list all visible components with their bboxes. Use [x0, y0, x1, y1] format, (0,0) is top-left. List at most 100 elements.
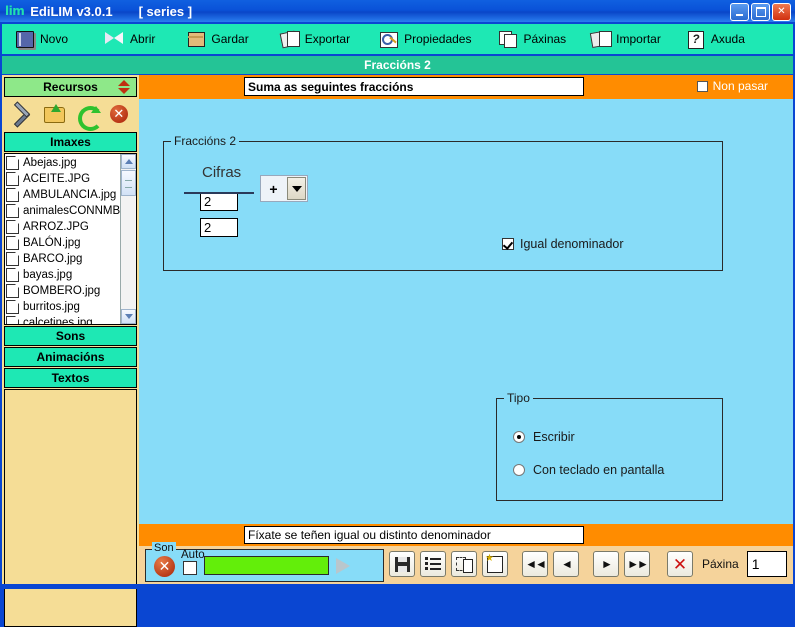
window-subtitle: [ series ] [139, 4, 192, 19]
toolbar-item-paxinas[interactable]: Páxinas [497, 24, 566, 54]
title-bar: lim EdiLIM v3.0.1 [ series ] ✕ [0, 0, 795, 22]
scroll-up-button[interactable] [121, 154, 136, 169]
close-icon: ✕ [777, 7, 785, 17]
toolbar-item-importar[interactable]: Importar [590, 24, 661, 54]
image-file-list[interactable]: Abejas.jpgACEITE.JPGAMBULANCIA.jpganimal… [4, 153, 137, 325]
sidebar-section-label-imaxes: Imaxes [50, 135, 91, 149]
prev-icon: ◄ [561, 557, 571, 571]
file-icon [6, 300, 19, 314]
editor-canvas: Fraccións 2 Cifras 2 2 + Igual denominad… [139, 99, 793, 524]
open-book-icon [104, 29, 126, 49]
list-item[interactable]: AMBULANCIA.jpg [6, 187, 121, 203]
list-item[interactable]: BOMBERO.jpg [6, 283, 121, 299]
igual-denominador-checkbox[interactable] [502, 238, 514, 250]
tipo-option-teclado[interactable]: Con teclado en pantalla [513, 463, 664, 477]
auto-checkbox[interactable] [183, 561, 197, 575]
list-button[interactable] [420, 551, 446, 577]
minimize-button[interactable] [730, 3, 749, 21]
exercise-title-input[interactable]: Suma as seguintes fraccións [244, 77, 584, 96]
import-icon [590, 29, 612, 49]
maximize-button[interactable] [751, 3, 770, 21]
file-name: bayas.jpg [23, 269, 72, 281]
list-item[interactable]: BALÓN.jpg [6, 235, 121, 251]
export-icon [279, 29, 301, 49]
save-button[interactable] [389, 551, 415, 577]
sidebar-section-label-sons: Sons [56, 329, 85, 343]
file-name: burritos.jpg [23, 301, 80, 313]
toolbar-item-gardar[interactable]: Gardar [185, 24, 248, 54]
toolbar-label-gardar: Gardar [211, 32, 248, 46]
list-item[interactable]: burritos.jpg [6, 299, 121, 315]
numerator-input[interactable]: 2 [200, 192, 238, 211]
sidebar-toolbar: ✕ [2, 97, 139, 131]
file-list-scrollbar[interactable] [120, 154, 136, 324]
sidebar-section-textos[interactable]: Textos [4, 368, 137, 388]
sidebar-section-label-textos: Textos [52, 371, 90, 385]
toolbar-label-abrir: Abrir [130, 32, 155, 46]
box-icon [185, 29, 207, 49]
list-item[interactable]: bayas.jpg [6, 267, 121, 283]
operator-select[interactable]: + [260, 175, 308, 202]
sidebar-section-label-animacions: Animacións [36, 350, 104, 364]
open-folder-icon[interactable] [42, 102, 66, 126]
denominator-input[interactable]: 2 [200, 218, 238, 237]
tipo-label-teclado: Con teclado en pantalla [533, 463, 664, 477]
chevron-up-icon [125, 159, 133, 164]
sidebar-section-imaxes[interactable]: Imaxes [4, 132, 137, 152]
radio-teclado[interactable] [513, 464, 525, 476]
toolbar-item-axuda[interactable]: ? Axuda [685, 24, 745, 54]
file-list-inner: Abejas.jpgACEITE.JPGAMBULANCIA.jpganimal… [5, 154, 121, 324]
minimize-icon [736, 14, 743, 16]
floppy-icon [395, 557, 410, 572]
igual-denominador-control[interactable]: Igual denominador [502, 237, 624, 251]
list-item[interactable]: ACEITE.JPG [6, 171, 121, 187]
scroll-thumb[interactable] [121, 170, 136, 196]
top-strip: Suma as seguintes fraccións Non pasar [139, 75, 793, 99]
duplicate-button[interactable] [451, 551, 477, 577]
toolbar-item-novo[interactable]: Novo [14, 24, 68, 54]
sound-file-field[interactable] [204, 556, 329, 575]
toolbar-item-exportar[interactable]: Exportar [279, 24, 350, 54]
sound-remove-icon[interactable]: ✕ [154, 556, 175, 577]
toolbar-label-paxinas: Páxinas [523, 32, 566, 46]
new-page-button[interactable] [482, 551, 508, 577]
help-glyph: ? [688, 31, 704, 49]
prev-page-button[interactable]: ◄ [553, 551, 579, 577]
operator-dropdown-button[interactable] [287, 177, 306, 200]
file-icon [6, 204, 19, 218]
play-icon[interactable] [336, 558, 350, 574]
updown-icon[interactable] [118, 80, 130, 94]
list-item[interactable]: animalesCONNMBR [6, 203, 121, 219]
tools-icon[interactable] [10, 102, 34, 126]
first-page-button[interactable]: ◄◄ [522, 551, 548, 577]
tipo-option-escribir[interactable]: Escribir [513, 430, 575, 444]
close-button[interactable]: ✕ [772, 3, 791, 21]
list-item[interactable]: BARCO.jpg [6, 251, 121, 267]
file-name: calcetines.jpg [23, 317, 93, 325]
list-item[interactable]: ARROZ.JPG [6, 219, 121, 235]
last-page-button[interactable]: ►► [624, 551, 650, 577]
list-item[interactable]: Abejas.jpg [6, 155, 121, 171]
new-page-icon [487, 556, 503, 573]
non-pasar-control[interactable]: Non pasar [697, 79, 768, 93]
list-item[interactable]: calcetines.jpg [6, 315, 121, 325]
hint-message-input[interactable]: Fíxate se teñen igual ou distinto denomi… [244, 526, 584, 544]
paxina-input[interactable]: 1 [747, 551, 787, 577]
toolbar-item-propiedades[interactable]: Propiedades [378, 24, 471, 54]
next-page-button[interactable]: ► [593, 551, 619, 577]
non-pasar-checkbox[interactable] [697, 81, 708, 92]
toolbar-item-abrir[interactable]: Abrir [104, 24, 155, 54]
file-icon [6, 188, 19, 202]
scroll-down-button[interactable] [121, 309, 136, 324]
sidebar-empty-area [4, 389, 137, 627]
edilim-window: lim EdiLIM v3.0.1 [ series ] ✕ Novo Abri… [0, 0, 795, 589]
file-name: ARROZ.JPG [23, 221, 89, 233]
cancel-icon[interactable]: ✕ [107, 102, 131, 126]
sidebar-header-recursos[interactable]: Recursos [4, 77, 137, 97]
refresh-icon[interactable] [75, 102, 99, 126]
delete-page-button[interactable]: ✕ [667, 551, 693, 577]
sidebar-section-sons[interactable]: Sons [4, 326, 137, 346]
radio-escribir[interactable] [513, 431, 525, 443]
sidebar-section-animacions[interactable]: Animacións [4, 347, 137, 367]
toolbar-label-novo: Novo [40, 32, 68, 46]
